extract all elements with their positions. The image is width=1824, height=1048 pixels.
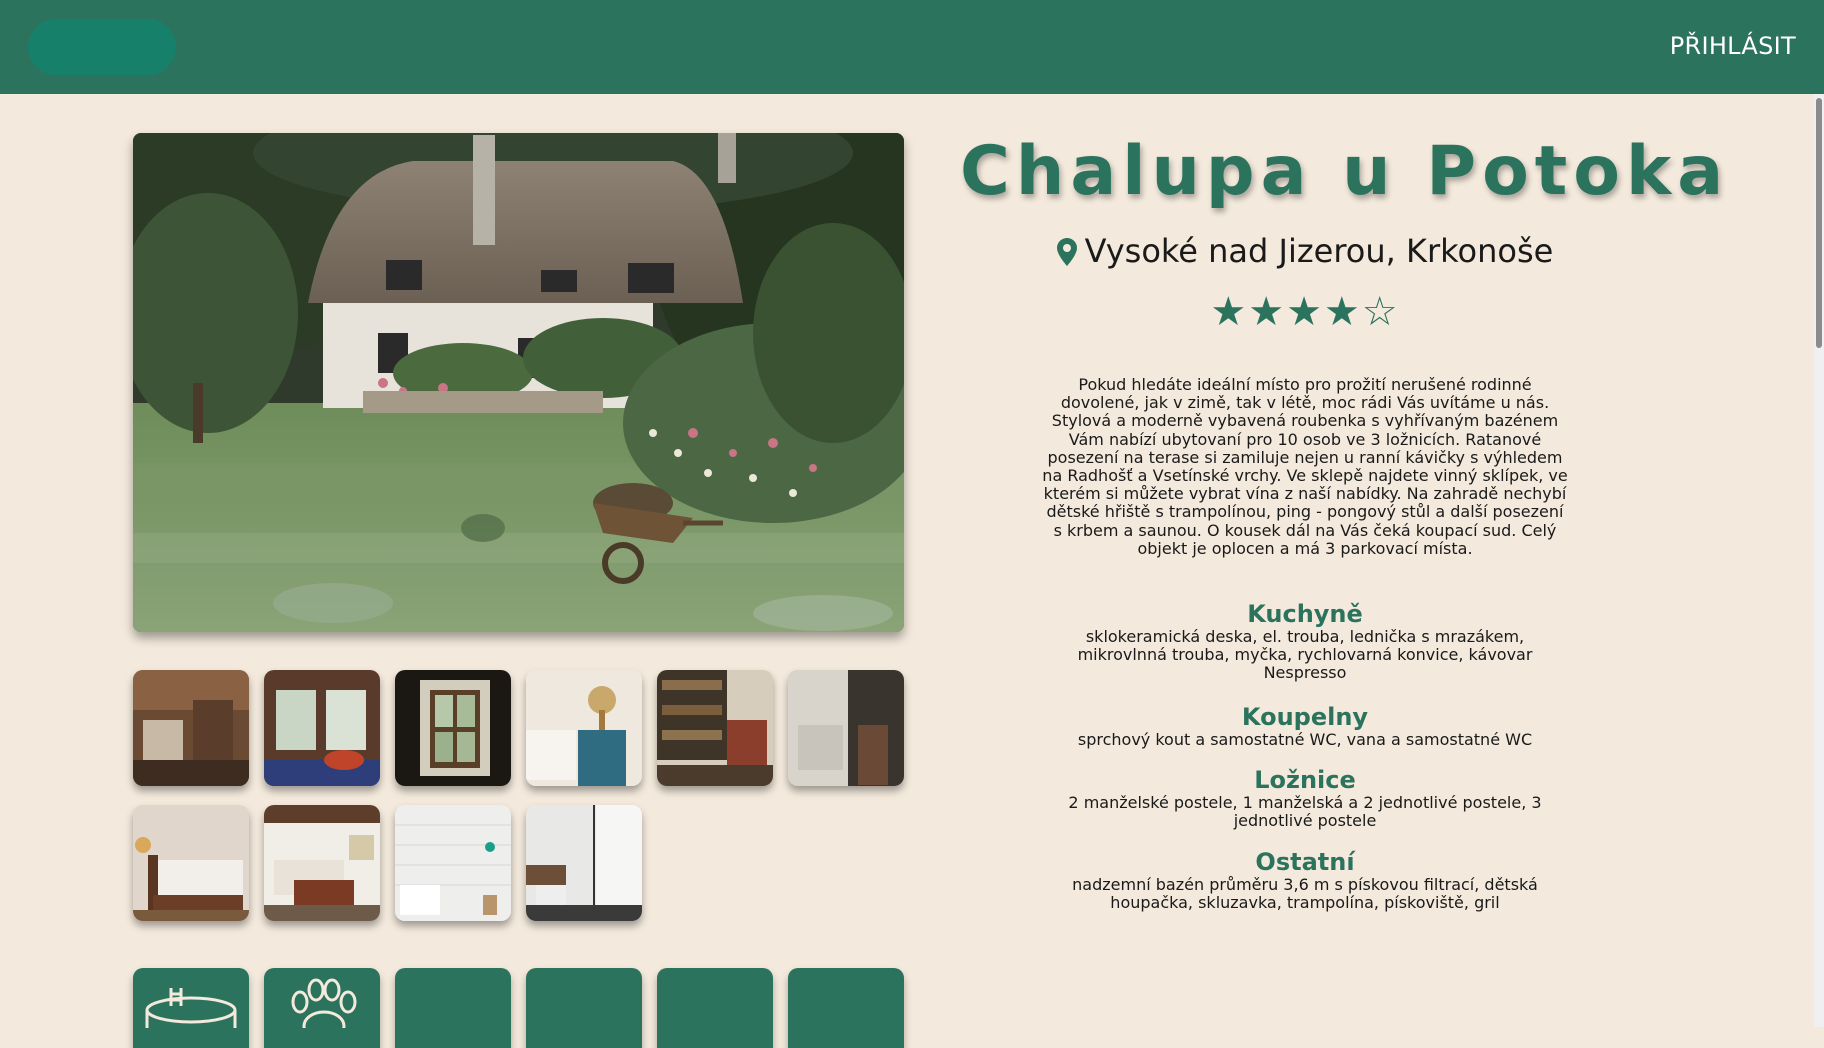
section-text: sprchový kout a samostatné WC, vana a sa… [1077, 730, 1533, 749]
pool-icon [145, 988, 237, 1028]
listing-location: Vysoké nad Jizerou, Krkonoše [960, 232, 1650, 274]
paw-icon [291, 978, 357, 1042]
section-title: Kuchyně [1247, 600, 1363, 628]
gallery-thumbnail[interactable] [133, 805, 249, 921]
page-scrollbar[interactable] [1814, 94, 1824, 1027]
section-text: sklokeramická deska, el. trouba, ledničk… [1077, 627, 1533, 683]
section-other: Ostatní nadzemní bazén průměru 3,6 m s p… [1040, 848, 1570, 912]
amenity-pool[interactable] [133, 968, 249, 1048]
gallery-thumbnail[interactable] [526, 805, 642, 921]
amenity-tile[interactable] [657, 968, 773, 1048]
listing-title: Chalupa u Potoka [960, 132, 1730, 211]
listing-description: Pokud hledáte ideální místo pro prožití … [1042, 375, 1568, 558]
gallery-thumbnail[interactable] [657, 670, 773, 786]
section-title: Koupelny [1241, 703, 1369, 731]
gallery-thumbnail[interactable] [395, 805, 511, 921]
map-pin-icon [1056, 236, 1077, 274]
logo[interactable] [28, 19, 176, 75]
rating-stars: ★★★★☆ [1210, 289, 1400, 335]
login-link[interactable]: PŘIHLÁSIT [1670, 32, 1796, 60]
location-text: Vysoké nad Jizerou, Krkonoše [1084, 232, 1554, 270]
amenity-pets[interactable] [264, 968, 380, 1048]
amenity-tile[interactable] [526, 968, 642, 1048]
gallery-thumbnail[interactable] [526, 670, 642, 786]
amenity-tile[interactable] [788, 968, 904, 1048]
gallery-thumbnail[interactable] [264, 805, 380, 921]
section-text: 2 manželské postele, 1 manželská a 2 jed… [1068, 793, 1542, 831]
scrollbar-thumb[interactable] [1816, 98, 1822, 348]
gallery-thumbnail[interactable] [395, 670, 511, 786]
section-bathrooms: Koupelny sprchový kout a samostatné WC, … [1040, 703, 1570, 749]
gallery-thumbnail[interactable] [788, 670, 904, 786]
section-title: Ložnice [1254, 766, 1356, 794]
section-title: Ostatní [1255, 848, 1355, 876]
gallery-thumbnail[interactable] [133, 670, 249, 786]
top-navigation-bar: PŘIHLÁSIT [0, 0, 1824, 94]
section-kitchen: Kuchyně sklokeramická deska, el. trouba,… [1040, 600, 1570, 683]
amenity-tile[interactable] [395, 968, 511, 1048]
gallery-thumbnail[interactable] [264, 670, 380, 786]
section-text: nadzemní bazén průměru 3,6 m s pískovou … [1072, 875, 1538, 913]
section-bedrooms: Ložnice 2 manželské postele, 1 manželská… [1040, 766, 1570, 830]
main-photo[interactable] [133, 133, 904, 632]
